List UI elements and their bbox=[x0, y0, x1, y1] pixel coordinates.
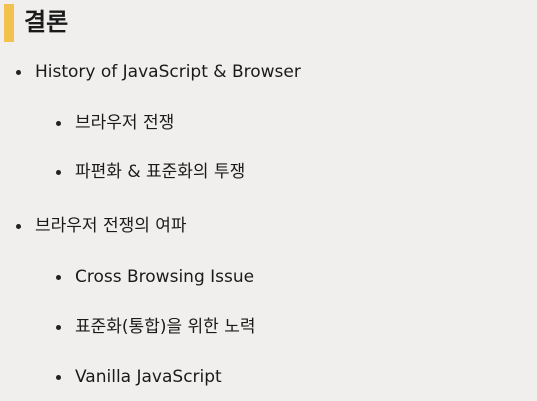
bullet-text: 브라우저 전쟁의 여파 bbox=[35, 216, 187, 236]
sub-bullet-item: Vanilla JavaScript bbox=[56, 365, 222, 389]
sub-bullet-item: 파편화 & 표준화의 투쟁 bbox=[56, 160, 245, 184]
bullet-text: 브라우저 전쟁 bbox=[75, 113, 175, 133]
title-accent-bar bbox=[4, 4, 14, 42]
bullet-text: History of JavaScript & Browser bbox=[35, 62, 301, 82]
bullet-text: 파편화 & 표준화의 투쟁 bbox=[75, 162, 246, 182]
sub-bullet-item: 브라우저 전쟁 bbox=[56, 111, 174, 135]
slide-title: 결론 bbox=[24, 8, 69, 36]
bullet-icon bbox=[56, 169, 61, 175]
sub-bullet-item: 표준화(통합)을 위한 노력 bbox=[56, 315, 255, 339]
bullet-icon bbox=[16, 223, 21, 229]
slide: 결론 History of JavaScript & Browser 브라우저 … bbox=[0, 0, 537, 401]
bullet-text: 표준화(통합)을 위한 노력 bbox=[75, 317, 256, 337]
bullet-icon bbox=[16, 69, 21, 75]
bullet-item: 브라우저 전쟁의 여파 bbox=[16, 214, 187, 238]
sub-bullet-item: Cross Browsing Issue bbox=[56, 265, 254, 289]
bullet-text: Cross Browsing Issue bbox=[75, 267, 255, 287]
bullet-item: History of JavaScript & Browser bbox=[16, 60, 301, 84]
bullet-icon bbox=[56, 274, 61, 280]
bullet-icon bbox=[56, 324, 61, 330]
bullet-icon bbox=[56, 120, 61, 126]
bullet-icon bbox=[56, 374, 61, 380]
bullet-text: Vanilla JavaScript bbox=[75, 367, 222, 387]
